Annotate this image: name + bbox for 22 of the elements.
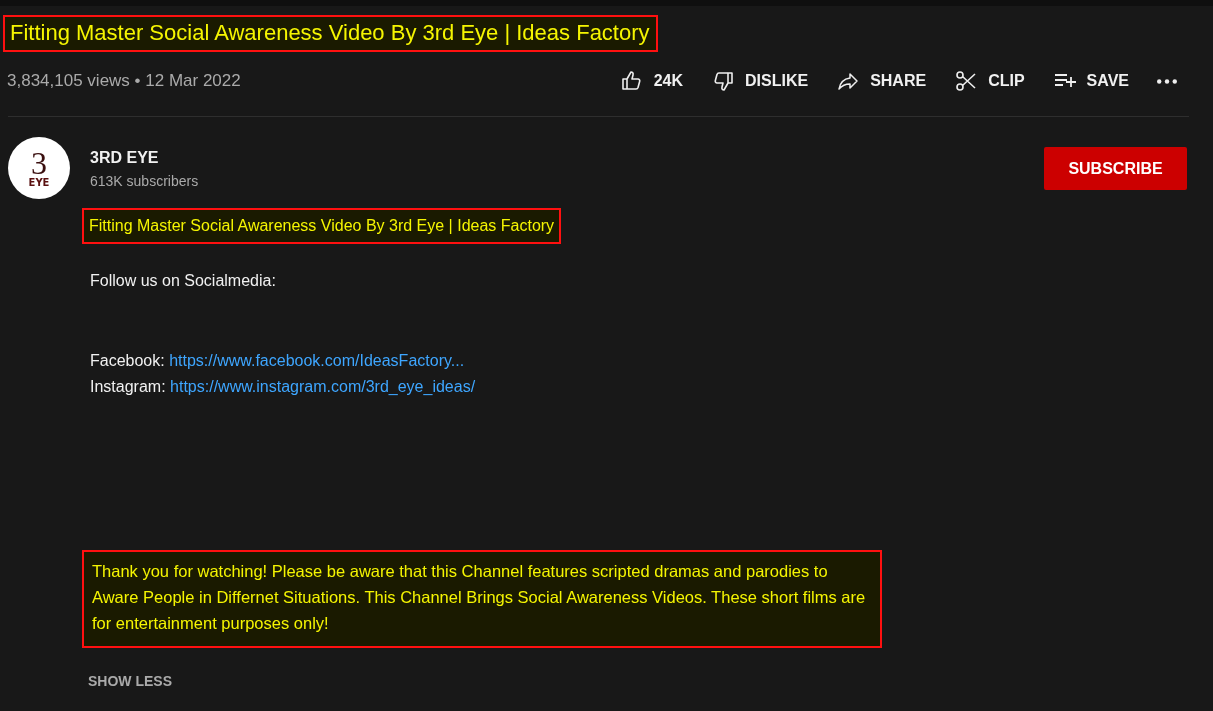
description-text: Thank you for watching! Please be aware that this Channel features scripted dramas and parodies to Aware People in Differnet Situations. This Channel Brings Social Awareness Videos. These short films are for entertainment purposes only! — [82, 550, 882, 648]
subscriber-count: 613K subscribers — [90, 173, 200, 189]
more-icon — [1157, 78, 1177, 84]
social-link[interactable]: https://www.facebook.com/IdeasFactory... — [169, 352, 465, 369]
show-less-button[interactable]: SHOW LESS — [88, 673, 172, 689]
description-text: Follow us on Socialmedia: — [89, 271, 277, 291]
thumbs-down-icon — [711, 69, 735, 93]
social-label: Instagram: — [90, 378, 166, 395]
dislike-button[interactable]: DISLIKE — [711, 65, 809, 97]
share-button[interactable]: SHARE — [836, 65, 927, 97]
clip-button[interactable]: CLIP — [954, 65, 1025, 97]
channel-logo[interactable]: 3 EYE — [8, 137, 70, 199]
social-label: Facebook: — [90, 352, 165, 369]
video-title: Fitting Master Social Awareness Video By 3rd Eye | Ideas Factory — [3, 15, 658, 52]
save-button[interactable]: SAVE — [1052, 65, 1129, 97]
channel-name[interactable]: 3RD EYE — [90, 149, 1044, 167]
social-link[interactable]: https://www.instagram.com/3rd_eye_ideas/ — [170, 378, 476, 395]
thumbs-up-icon — [619, 69, 644, 93]
view-count-date: 3,834,105 views • 12 Mar 2022 — [7, 71, 241, 91]
description-text: Fitting Master Social Awareness Video By 3rd Eye | Ideas Factory — [82, 208, 562, 244]
like-button[interactable]: 24K — [619, 65, 683, 97]
subscribe-button[interactable]: SUBSCRIBE — [1044, 147, 1187, 190]
